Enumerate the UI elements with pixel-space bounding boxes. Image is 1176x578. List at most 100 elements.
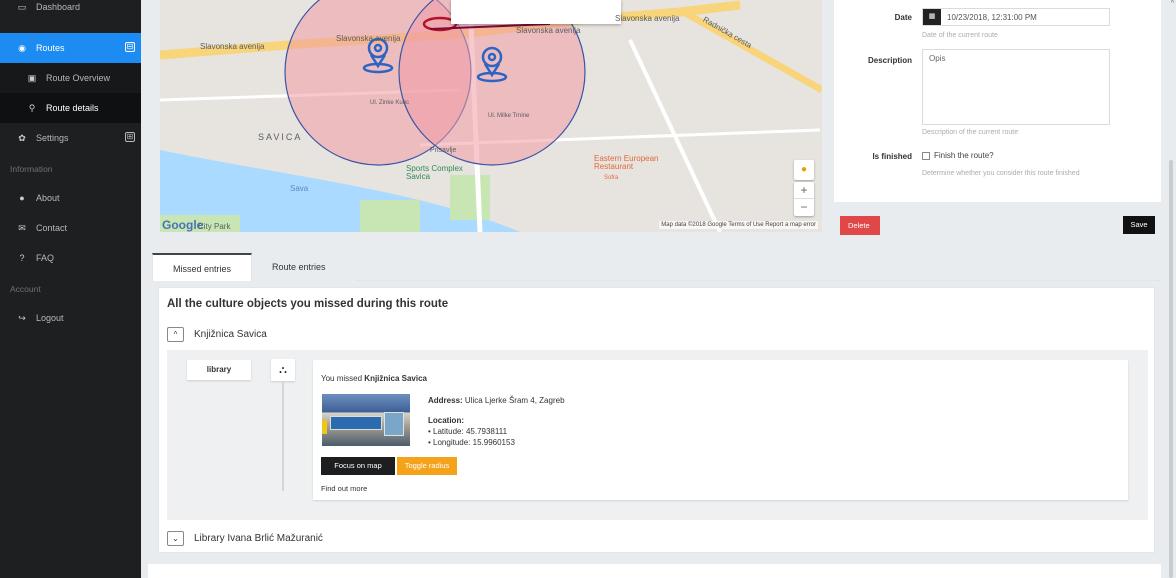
sidebar-item-label: About (36, 193, 60, 203)
calendar-icon[interactable]: ▦ (923, 9, 941, 25)
question-icon: ? (19, 253, 25, 263)
map-label-road: Slavonska avenija (336, 34, 401, 43)
map-label-road: Slavonska avenija (516, 26, 581, 35)
description-help: Description of the current route (922, 129, 1019, 136)
sidebar-item-dashboard[interactable]: ▭ Dashboard (0, 0, 141, 14)
sidebar-item-label: FAQ (36, 253, 55, 263)
entry-tabs: Missed entries Route entries (152, 253, 346, 281)
description-field[interactable]: Opis (922, 49, 1110, 125)
save-button[interactable]: Save (1123, 216, 1155, 234)
route-map[interactable]: Slavonska avenija Slavonska avenija Slav… (160, 0, 822, 232)
map-label-area: SAVICA (258, 132, 303, 142)
tab-strip (356, 253, 1161, 281)
accordion-title: Library Ivana Brlić Mažuranić (194, 533, 323, 544)
sidebar-item-faq[interactable]: ? FAQ (0, 243, 141, 273)
sidebar-item-label: Route Overview (46, 73, 111, 83)
gear-icon: ✿ (18, 132, 26, 143)
sidebar-item-label: Settings (36, 133, 69, 143)
sidebar-item-contact[interactable]: ✉ Contact (0, 213, 141, 243)
map-attribution[interactable]: Map data ©2018 Google Terms of Use Repor… (659, 221, 818, 229)
accordion-item[interactable]: ^ Knjižnica Savica (167, 327, 267, 342)
description-label: Description (867, 56, 912, 65)
accordion-title: Knjižnica Savica (194, 329, 267, 340)
missed-entry-card: You missed Knjižnica Savica Address: Uli… (313, 360, 1128, 500)
collapse-icon[interactable]: ⊟ (125, 42, 135, 52)
sidebar-item-label: Logout (36, 313, 64, 323)
expand-icon[interactable]: ⊞ (125, 132, 135, 142)
map-marker-icon: ⚲ (28, 102, 36, 113)
page-footer (148, 564, 1161, 578)
sidebar-item-label: Contact (36, 223, 68, 233)
finished-help: Determine whether you consider this rout… (922, 170, 1080, 177)
sidebar-item-label: Dashboard (36, 2, 81, 12)
missed-entries-panel: All the culture objects you missed durin… (158, 287, 1155, 553)
map-label-street: Ul. Milke Trnine (488, 113, 530, 119)
sidebar: ▭ Dashboard ◉ Routes ⊟ ▣ Route Overview … (0, 0, 141, 578)
map-label-street: Ul. Zinke Kunc (370, 100, 410, 106)
monitor-icon: ▭ (17, 1, 27, 12)
entry-photo (322, 394, 410, 446)
map-label-road: Slavonska avenija (615, 14, 680, 23)
entry-address: Address: Ulica Ljerke Šram 4, Zagreb (428, 396, 565, 405)
finished-label: Is finished (872, 152, 912, 161)
image-icon: ▣ (27, 72, 37, 83)
form-actions: Delete Save (834, 212, 1161, 238)
zoom-out-button[interactable]: − (794, 199, 814, 216)
sidebar-item-route-details[interactable]: ⚲ Route details (0, 93, 141, 123)
focus-on-map-button[interactable]: Focus on map (321, 457, 395, 475)
entry-location: Location: • Latitude: 45.7938111 • Longi… (428, 415, 515, 448)
library-icon: ⛬ (271, 359, 295, 381)
envelope-icon: ✉ (18, 222, 26, 233)
category-button[interactable]: library (187, 360, 251, 380)
tab-route-entries[interactable]: Route entries (252, 253, 346, 281)
sidebar-item-routes[interactable]: ◉ Routes ⊟ (0, 33, 141, 63)
address-value: Ulica Ljerke Šram 4, Zagreb (464, 396, 565, 405)
find-out-more-link[interactable]: Find out more (321, 484, 367, 493)
checkbox-box[interactable] (922, 151, 930, 160)
missed-name: Knjižnica Savica (364, 374, 427, 383)
timeline-line (282, 381, 284, 491)
tab-missed-entries[interactable]: Missed entries (152, 253, 253, 281)
zoom-controls: + − (794, 182, 814, 216)
date-field[interactable]: ▦ 10/23/2018, 12:31:00 PM (922, 8, 1110, 26)
missed-heading: You missed Knjižnica Savica (321, 374, 427, 383)
map-label-poi: Sofra (604, 175, 619, 181)
delete-button[interactable]: Delete (840, 216, 880, 235)
scroll-up-icon[interactable]: ^ (1171, 0, 1174, 7)
date-label: Date (894, 13, 912, 22)
sidebar-item-logout[interactable]: ↪ Logout (0, 303, 141, 333)
date-help: Date of the current route (922, 32, 998, 39)
section-title: All the culture objects you missed durin… (167, 298, 449, 310)
chevron-up-icon[interactable]: ^ (167, 327, 184, 342)
route-icon: ◉ (18, 42, 26, 53)
sidebar-header-account: Account (10, 284, 41, 294)
map-info-window (451, 0, 621, 24)
longitude-value: Longitude: 15.9960153 (433, 438, 515, 447)
map-label-poi: Eastern European Restaurant (594, 154, 659, 171)
date-value: 10/23/2018, 12:31:00 PM (947, 12, 1037, 22)
sidebar-item-route-overview[interactable]: ▣ Route Overview (0, 63, 141, 93)
map-label-park: City Park (198, 222, 231, 231)
accordion-item[interactable]: ⌄ Library Ivana Brlić Mažuranić (167, 531, 323, 546)
sidebar-item-about[interactable]: ● About (0, 183, 141, 213)
sidebar-submenu: ▣ Route Overview ⚲ Route details (0, 63, 141, 123)
finish-route-checkbox[interactable]: Finish the route? (922, 151, 994, 160)
map-label-poi: Sports Complex Savica (406, 164, 463, 181)
chevron-down-icon[interactable]: ⌄ (167, 531, 184, 546)
map-label-river: Sava (290, 184, 309, 193)
zoom-in-button[interactable]: + (794, 182, 814, 199)
toggle-radius-button[interactable]: Toggle radius (397, 457, 457, 475)
map-label-road: Slavonska avenija (200, 42, 265, 51)
sidebar-item-settings[interactable]: ✿ Settings ⊞ (0, 123, 141, 153)
pegman-icon[interactable]: ● (794, 160, 814, 180)
sidebar-item-label: Route details (46, 103, 99, 113)
sidebar-item-label: Routes (36, 43, 65, 53)
scrollbar[interactable] (1169, 160, 1173, 578)
location-label: Location: (428, 416, 464, 425)
address-label: Address: (428, 396, 463, 405)
route-form: Date ▦ 10/23/2018, 12:31:00 PM Date of t… (834, 0, 1161, 202)
accordion-body: library ⛬ You missed Knjižnica Savica Ad… (167, 350, 1148, 520)
missed-prefix: You missed (321, 374, 363, 383)
map-label-street: Prisavlje (430, 147, 457, 154)
logout-icon: ↪ (18, 312, 26, 323)
